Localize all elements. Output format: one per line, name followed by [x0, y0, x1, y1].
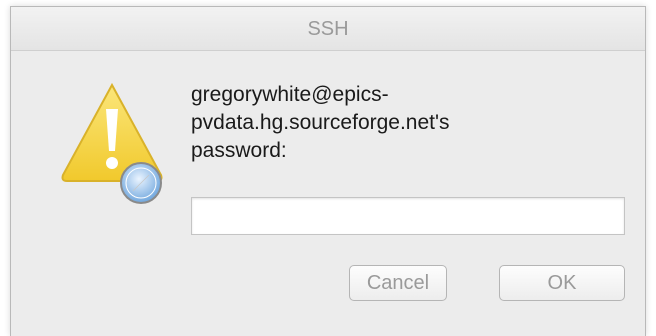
message-line: gregorywhite@epics- [191, 83, 389, 106]
message-line: pvdata.hg.sourceforge.net's [191, 111, 450, 134]
password-input[interactable] [191, 197, 625, 235]
message-line: password: [191, 139, 287, 162]
dialog-title: SSH [11, 7, 645, 51]
ok-button[interactable]: OK [499, 265, 625, 301]
ssh-dialog: SSH gregorywhite@epics- pvdata.hg.source… [10, 6, 646, 336]
cancel-button[interactable]: Cancel [349, 265, 447, 301]
warning-safari-icon [61, 82, 163, 204]
password-prompt-message: gregorywhite@epics- pvdata.hg.sourceforg… [191, 81, 611, 165]
